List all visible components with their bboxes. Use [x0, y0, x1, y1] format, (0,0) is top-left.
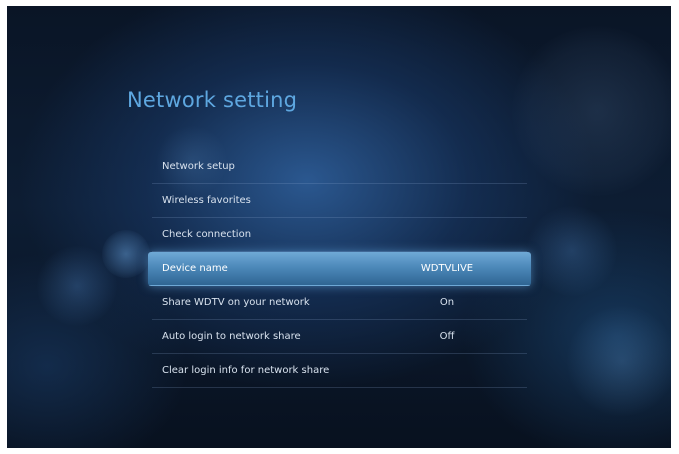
menu-item-share-wdtv[interactable]: Share WDTV on your network On [152, 286, 527, 320]
bokeh-light [102, 230, 150, 278]
bokeh-light [512, 26, 671, 196]
menu-item-label: Device name [162, 263, 228, 274]
auto-login-value: Off [439, 331, 455, 342]
screen-frame: Network setting Network setup Wireless f… [7, 6, 671, 448]
menu-item-label: Wireless favorites [162, 195, 251, 206]
menu-item-wireless-favorites[interactable]: Wireless favorites [152, 184, 527, 218]
share-wdtv-value: On [439, 297, 455, 308]
bokeh-light [567, 306, 671, 416]
menu-item-label: Share WDTV on your network [162, 297, 310, 308]
menu-item-label: Auto login to network share [162, 331, 301, 342]
menu-item-network-setup[interactable]: Network setup [152, 150, 527, 184]
menu-item-label: Clear login info for network share [162, 365, 330, 376]
menu-item-check-connection[interactable]: Check connection [152, 218, 527, 252]
settings-menu: Network setup Wireless favorites Check c… [148, 150, 531, 388]
page-title: Network setting [127, 88, 298, 112]
menu-item-label: Network setup [162, 161, 235, 172]
device-name-value: WDTVLIVE [420, 263, 474, 274]
bokeh-light [37, 246, 117, 326]
menu-item-device-name[interactable]: Device name WDTVLIVE [148, 252, 531, 286]
menu-item-auto-login[interactable]: Auto login to network share Off [152, 320, 527, 354]
bokeh-light [527, 206, 617, 296]
menu-item-clear-login-info[interactable]: Clear login info for network share [152, 354, 527, 388]
menu-item-label: Check connection [162, 229, 252, 240]
